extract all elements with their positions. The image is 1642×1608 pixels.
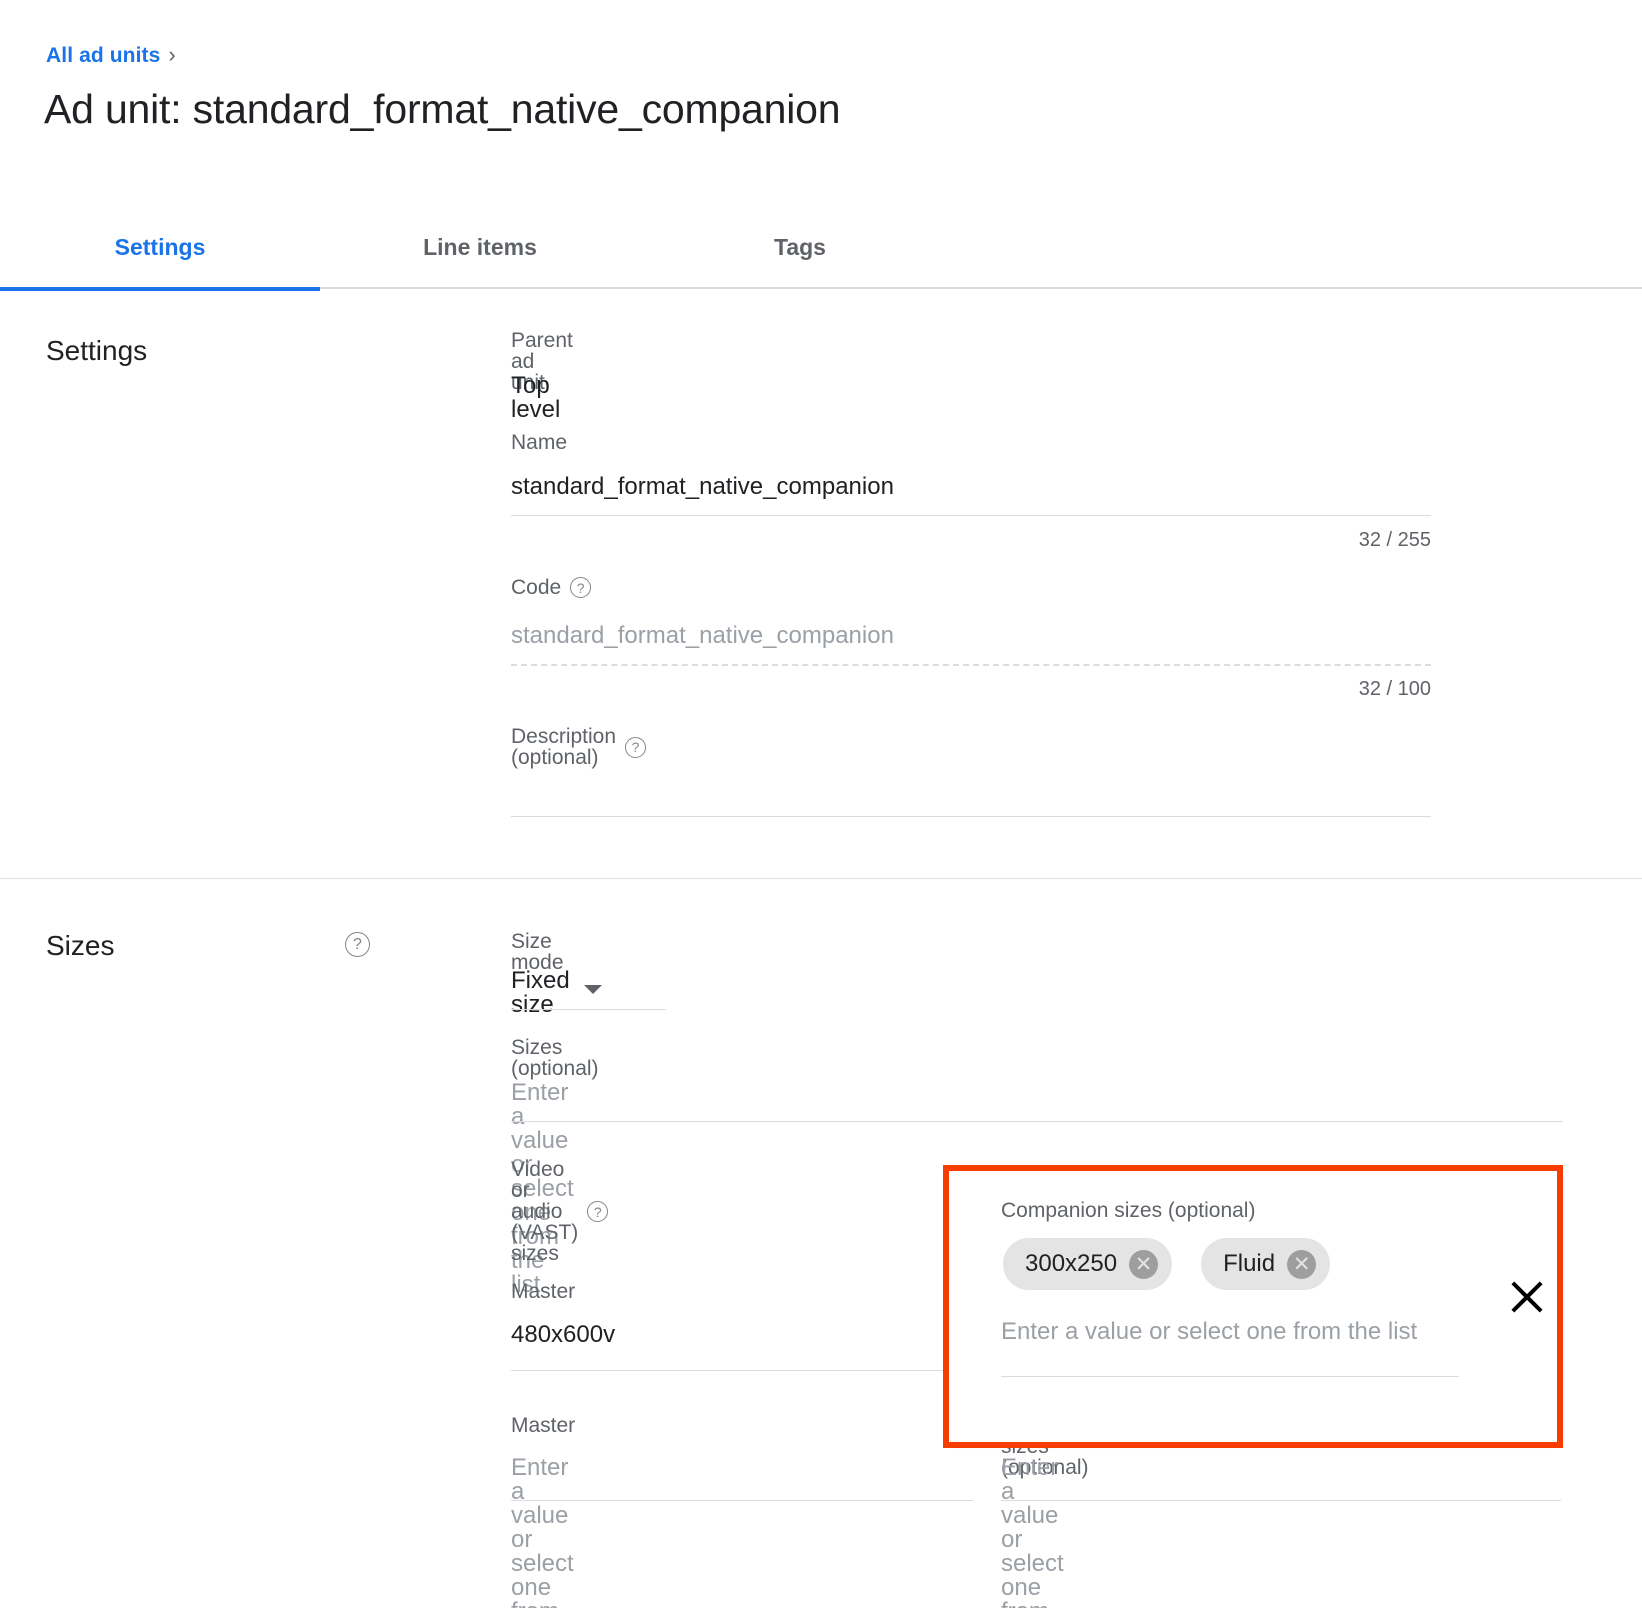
companion-size-chip-fluid-label: Fluid [1223,1250,1275,1278]
vast-row-1-master-input[interactable]: 480x600v [511,1323,615,1347]
name-label-wrap: Name [511,432,567,453]
vast-row-2-master-placeholder: Enter a value or select one from the lis… [511,1456,574,1608]
help-circle-icon-code[interactable]: ? [570,577,591,598]
code-input[interactable]: standard_format_native_companion [511,624,894,648]
vast-row-1-master-value: 480x600v [511,1323,615,1347]
name-input-underline [511,515,1431,516]
companion-size-chip-300x250[interactable]: 300x250 ✕ [1003,1238,1172,1290]
help-circle-icon-vast[interactable]: ? [587,1201,608,1222]
sizes-optional-underline [511,1121,1563,1122]
settings-section-title: Settings [46,335,147,367]
ad-unit-settings-page: All ad units › Ad unit: standard_format_… [0,0,1642,1608]
code-input-value: standard_format_native_companion [511,624,894,648]
tab-line-items-label: Line items [423,234,537,261]
sizes-section-title: Sizes [46,930,114,962]
vast-row-2-companion-input[interactable]: Enter a value or select one from the lis… [1001,1456,1064,1608]
name-label: Name [511,432,567,453]
companion-size-chip-list: 300x250 ✕ Fluid ✕ [1003,1238,1330,1290]
vast-sizes-label-text: Video or audio (VAST) sizes [511,1159,578,1264]
parent-ad-unit-value-wrap: Top level [511,374,560,422]
chevron-right-icon: › [168,44,175,66]
code-label-text: Code [511,577,561,598]
description-label-wrap: Description (optional) ? [511,726,646,768]
breadcrumb: All ad units › [46,44,176,68]
vast-sizes-label-wrap: Video or audio (VAST) sizes ? [511,1159,608,1264]
vast-row-2-master-underline [511,1500,973,1501]
vast-row-1-companion-input[interactable]: Enter a value or select one from the lis… [1001,1320,1417,1344]
tab-settings[interactable]: Settings [0,205,320,289]
code-char-counter: 32 / 100 [511,678,1431,701]
parent-ad-unit-value: Top level [511,374,560,422]
code-input-underline [511,664,1431,666]
description-input-underline [511,816,1431,817]
help-circle-icon-sizes[interactable]: ? [345,932,370,957]
vast-row-2-master-label: Master [511,1415,575,1436]
sizes-optional-label-wrap: Sizes (optional) [511,1037,599,1079]
tab-tags[interactable]: Tags [640,205,960,289]
tab-settings-label: Settings [115,234,206,261]
vast-row-2-master-input[interactable]: Enter a value or select one from the lis… [511,1456,574,1608]
tab-tags-label: Tags [774,234,826,261]
companion-size-chip-fluid[interactable]: Fluid ✕ [1201,1238,1330,1290]
close-circle-icon-fluid[interactable]: ✕ [1287,1250,1316,1279]
vast-row-1-companion-label-wrap: Companion sizes (optional) [1001,1200,1255,1221]
tab-bar: Settings Line items Tags [0,205,1642,289]
vast-row-2-companion-placeholder: Enter a value or select one from the lis… [1001,1456,1064,1608]
vast-row-1-companion-label: Companion sizes (optional) [1001,1200,1255,1221]
description-label: Description (optional) ? [511,726,646,768]
vast-row-1-companion-placeholder: Enter a value or select one from the lis… [1001,1320,1417,1344]
description-input[interactable] [511,767,1431,809]
code-label-wrap: Code ? [511,577,591,598]
vast-row-2-master-label-wrap: Master [511,1415,575,1436]
vast-row-2-companion-underline [1001,1500,1561,1501]
help-circle-icon-description[interactable]: ? [625,737,646,758]
chevron-down-icon-size-mode[interactable] [584,985,602,994]
breadcrumb-all-ad-units-link[interactable]: All ad units [46,44,160,68]
page-title: Ad unit: standard_format_native_companio… [44,86,840,133]
name-input[interactable]: standard_format_native_companion [511,475,894,499]
close-icon[interactable] [1505,1275,1549,1319]
tab-line-items[interactable]: Line items [320,205,640,289]
vast-row-1-master-label: Master [511,1281,575,1302]
vast-row-1-companion-underline [1001,1376,1459,1377]
settings-section: Settings Parent ad unit Top level Name s… [0,289,1642,878]
sizes-optional-label: Sizes (optional) [511,1037,599,1079]
description-label-text: Description (optional) [511,726,616,768]
vast-sizes-label: Video or audio (VAST) sizes ? [511,1159,608,1264]
size-mode-underline [511,1009,666,1010]
companion-size-chip-300x250-label: 300x250 [1025,1250,1117,1278]
code-label: Code ? [511,577,591,598]
name-input-value: standard_format_native_companion [511,475,894,499]
vast-row-1-master-label-wrap: Master [511,1281,575,1302]
close-circle-icon-300x250[interactable]: ✕ [1129,1250,1158,1279]
name-char-counter: 32 / 255 [511,529,1431,552]
vast-row-1-master-underline [511,1370,973,1371]
